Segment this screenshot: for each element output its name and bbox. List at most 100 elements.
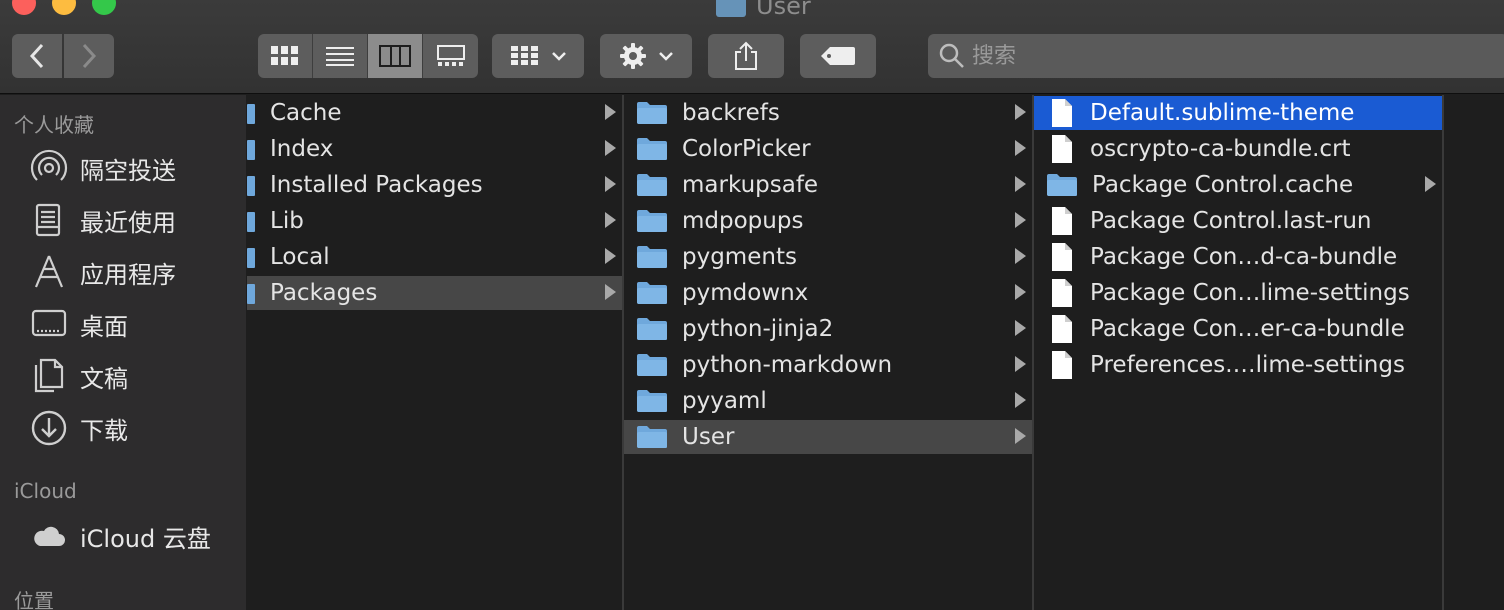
item-label: Lib xyxy=(270,208,304,234)
document-icon xyxy=(1052,207,1072,235)
list-item[interactable]: ColorPicker xyxy=(624,132,1032,166)
share-button[interactable] xyxy=(708,34,784,78)
list-item[interactable]: Package Con…lime-settings xyxy=(1034,276,1442,310)
sidebar-item-label: 下载 xyxy=(80,416,128,445)
action-menu-button[interactable] xyxy=(600,34,692,78)
disclosure-arrow-icon xyxy=(605,284,616,300)
folder-icon xyxy=(637,390,667,412)
document-icon xyxy=(1052,351,1072,379)
list-item[interactable]: markupsafe xyxy=(624,168,1032,202)
sidebar-item-label: 桌面 xyxy=(80,312,128,341)
disclosure-arrow-icon xyxy=(605,176,616,192)
list-item-selected[interactable]: Packages xyxy=(247,276,622,310)
tags-button[interactable] xyxy=(800,34,876,78)
item-label: backrefs xyxy=(682,100,780,126)
folder-icon xyxy=(637,318,667,340)
folder-icon xyxy=(637,246,667,268)
sidebar-item-desktop[interactable]: 桌面 xyxy=(30,304,128,344)
folder-icon xyxy=(247,284,255,304)
disclosure-arrow-icon xyxy=(1425,176,1436,192)
locations-header: 位置 xyxy=(14,589,54,610)
folder-icon xyxy=(637,354,667,376)
disclosure-arrow-icon xyxy=(605,140,616,156)
sidebar-item-label: 文稿 xyxy=(80,364,128,393)
search-field[interactable] xyxy=(928,34,1504,78)
group-by-button[interactable] xyxy=(492,34,584,78)
zoom-window-button[interactable] xyxy=(92,0,116,15)
list-item[interactable]: Package Control.last-run xyxy=(1034,204,1442,238)
list-item[interactable]: Installed Packages xyxy=(247,168,622,202)
list-item[interactable]: pygments xyxy=(624,240,1032,274)
list-item[interactable]: python-jinja2 xyxy=(624,312,1032,346)
list-item[interactable]: Index xyxy=(247,132,622,166)
list-item[interactable]: Local xyxy=(247,240,622,274)
list-item[interactable]: backrefs xyxy=(624,96,1032,130)
folder-icon xyxy=(637,426,667,448)
folder-icon xyxy=(1047,174,1077,196)
list-item[interactable]: Cache xyxy=(247,96,622,130)
grid-icon xyxy=(271,46,298,65)
forward-button[interactable] xyxy=(64,34,114,78)
item-label: Packages xyxy=(270,280,378,306)
disclosure-arrow-icon xyxy=(1015,248,1026,264)
list-item[interactable]: mdpopups xyxy=(624,204,1032,238)
item-label: pygments xyxy=(682,244,797,270)
item-label: mdpopups xyxy=(682,208,804,234)
search-icon xyxy=(939,43,964,68)
browser-column-2: backrefs ColorPicker markupsafe mdpopups… xyxy=(624,95,1032,610)
list-item[interactable]: pyyaml xyxy=(624,384,1032,418)
item-label: ColorPicker xyxy=(682,136,811,162)
folder-icon xyxy=(716,0,746,17)
icon-view-button[interactable] xyxy=(258,34,313,78)
folder-icon xyxy=(637,210,667,232)
folder-icon xyxy=(247,248,255,268)
document-icon xyxy=(1052,315,1072,343)
disclosure-arrow-icon xyxy=(1015,356,1026,372)
list-item[interactable]: oscrypto-ca-bundle.crt xyxy=(1034,132,1442,166)
sidebar-item-documents[interactable]: 文稿 xyxy=(30,356,128,396)
list-item-selected[interactable]: Default.sublime-theme xyxy=(1034,96,1442,130)
disclosure-arrow-icon xyxy=(605,104,616,120)
item-label: Package Con…er-ca-bundle xyxy=(1090,316,1405,342)
recents-icon xyxy=(30,201,68,239)
gallery-view-button[interactable] xyxy=(423,34,478,78)
column-view-button[interactable] xyxy=(368,34,423,78)
sidebar-item-downloads[interactable]: 下载 xyxy=(30,408,128,448)
search-input[interactable] xyxy=(972,43,1472,69)
document-icon xyxy=(1052,279,1072,307)
list-item[interactable]: Package Con…er-ca-bundle xyxy=(1034,312,1442,346)
list-item[interactable]: Preferences.…lime-settings xyxy=(1034,348,1442,382)
item-label: Local xyxy=(270,244,330,270)
sidebar-item-applications[interactable]: 应用程序 xyxy=(30,252,176,292)
desktop-icon xyxy=(30,305,68,343)
list-item[interactable]: Lib xyxy=(247,204,622,238)
item-label: pyyaml xyxy=(682,388,767,414)
item-label: python-jinja2 xyxy=(682,316,834,342)
airdrop-icon xyxy=(30,149,68,187)
columns-icon xyxy=(379,45,411,67)
list-view-button[interactable] xyxy=(313,34,368,78)
navigation-buttons xyxy=(12,34,114,78)
sidebar-item-recents[interactable]: 最近使用 xyxy=(30,200,176,240)
list-icon xyxy=(326,47,354,66)
sidebar-item-label: 隔空投送 xyxy=(80,156,176,185)
sidebar-item-icloud-drive[interactable]: iCloud 云盘 xyxy=(30,516,211,556)
disclosure-arrow-icon xyxy=(1015,212,1026,228)
minimize-window-button[interactable] xyxy=(52,0,76,15)
share-icon xyxy=(735,41,757,70)
list-item[interactable]: python-markdown xyxy=(624,348,1032,382)
item-label: oscrypto-ca-bundle.crt xyxy=(1090,136,1351,162)
sidebar-item-label: 最近使用 xyxy=(80,208,176,237)
list-item[interactable]: pymdownx xyxy=(624,276,1032,310)
applications-icon xyxy=(30,253,68,291)
list-item[interactable]: Package Control.cache xyxy=(1034,168,1442,202)
disclosure-arrow-icon xyxy=(1015,176,1026,192)
list-item[interactable]: Package Con…d-ca-bundle xyxy=(1034,240,1442,274)
sidebar-item-airdrop[interactable]: 隔空投送 xyxy=(30,148,176,188)
disclosure-arrow-icon xyxy=(605,248,616,264)
disclosure-arrow-icon xyxy=(1015,428,1026,444)
back-button[interactable] xyxy=(12,34,62,78)
folder-icon xyxy=(247,104,255,124)
list-item-selected[interactable]: User xyxy=(624,420,1032,454)
close-window-button[interactable] xyxy=(12,0,36,15)
